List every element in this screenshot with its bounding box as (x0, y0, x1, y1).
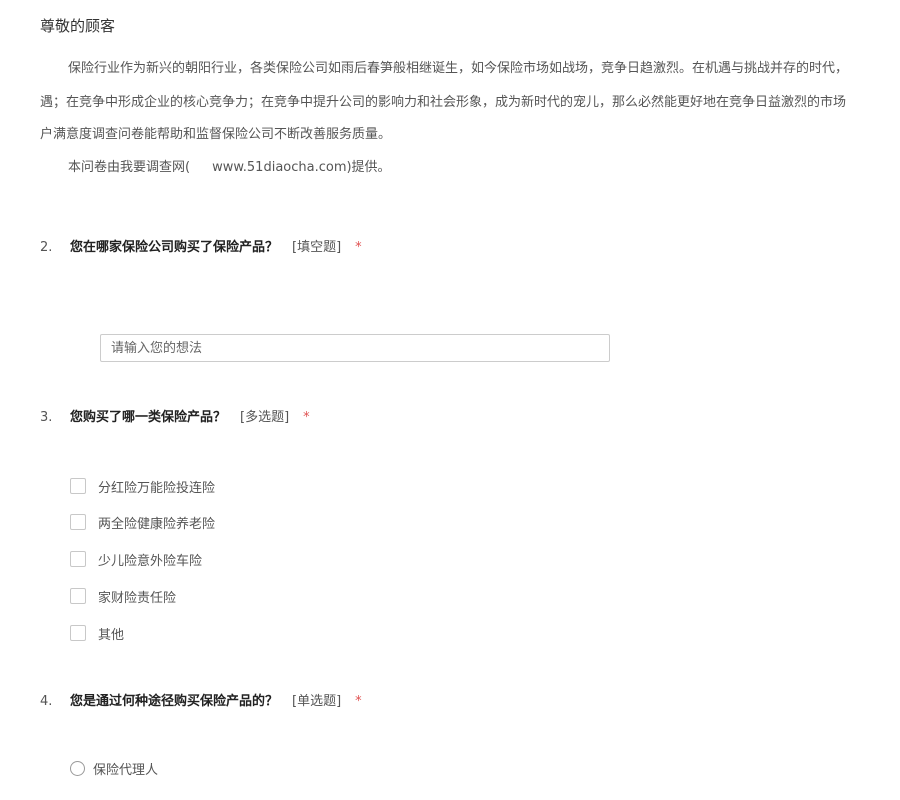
question-number: 2. (40, 240, 53, 255)
question-number: 3. (40, 410, 53, 425)
checkbox[interactable] (70, 625, 86, 641)
required-marker: * (355, 694, 362, 709)
question-title: 您购买了哪一类保险产品？ (70, 410, 227, 425)
intro-paragraph-line: 保险行业作为新兴的朝阳行业，各类保险公司如雨后春笋般相继诞生，如今保险市场如战场… (68, 61, 849, 76)
option-label: 保险代理人 (93, 762, 159, 778)
question-type-label: [填空题] (292, 240, 342, 255)
checkbox[interactable] (70, 478, 86, 494)
option-label: 其他 (98, 627, 125, 643)
question-2-header: 2. 您在哪家保险公司购买了保险产品？ [填空题] * (40, 236, 362, 255)
checkbox[interactable] (70, 588, 86, 604)
question-title: 您在哪家保险公司购买了保险产品？ (70, 240, 279, 255)
product-option-5[interactable]: 其他 (70, 624, 125, 643)
question-4-header: 4. 您是通过何种途径购买保险产品的？ [单选题] * (40, 690, 362, 709)
option-label: 两全险健康险养老险 (98, 516, 216, 532)
question-title: 您是通过何种途径购买保险产品的？ (70, 694, 279, 709)
question-type-label: [单选题] (292, 694, 342, 709)
required-marker: * (355, 240, 362, 255)
intro-paragraph-line: 户满意度调查问卷能帮助和监督保险公司不断改善服务质量。 (40, 127, 392, 142)
greeting-title: 尊敬的顾客 (40, 17, 116, 35)
option-label: 少儿险意外险车险 (98, 553, 203, 569)
provider-prefix: 本问卷由我要调查网( (68, 160, 191, 175)
intro-paragraph-line: 遇；在竞争中形成企业的核心竞争力；在竞争中提升公司的影响力和社会形象，成为新时代… (40, 95, 847, 110)
radio-button[interactable] (70, 760, 85, 776)
product-option-2[interactable]: 两全险健康险养老险 (70, 513, 216, 532)
company-answer-input[interactable] (100, 334, 610, 362)
question-type-label: [多选题] (240, 410, 290, 425)
product-option-1[interactable]: 分红险万能险投连险 (70, 477, 216, 496)
option-label: 家财险责任险 (98, 590, 177, 606)
checkbox[interactable] (70, 514, 86, 530)
intro-provider-line: 本问卷由我要调查网( www.51diaocha.com)提供。 (40, 156, 900, 175)
product-option-3[interactable]: 少儿险意外险车险 (70, 550, 203, 569)
checkbox[interactable] (70, 551, 86, 567)
required-marker: * (303, 410, 310, 425)
question-number: 4. (40, 694, 53, 709)
question-3-header: 3. 您购买了哪一类保险产品？ [多选题] * (40, 406, 310, 425)
product-option-4[interactable]: 家财险责任险 (70, 587, 177, 606)
channel-option-1[interactable]: 保险代理人 (70, 759, 159, 778)
option-label: 分红险万能险投连险 (98, 480, 216, 496)
provider-url: www.51diaocha.com)提供。 (212, 160, 391, 175)
